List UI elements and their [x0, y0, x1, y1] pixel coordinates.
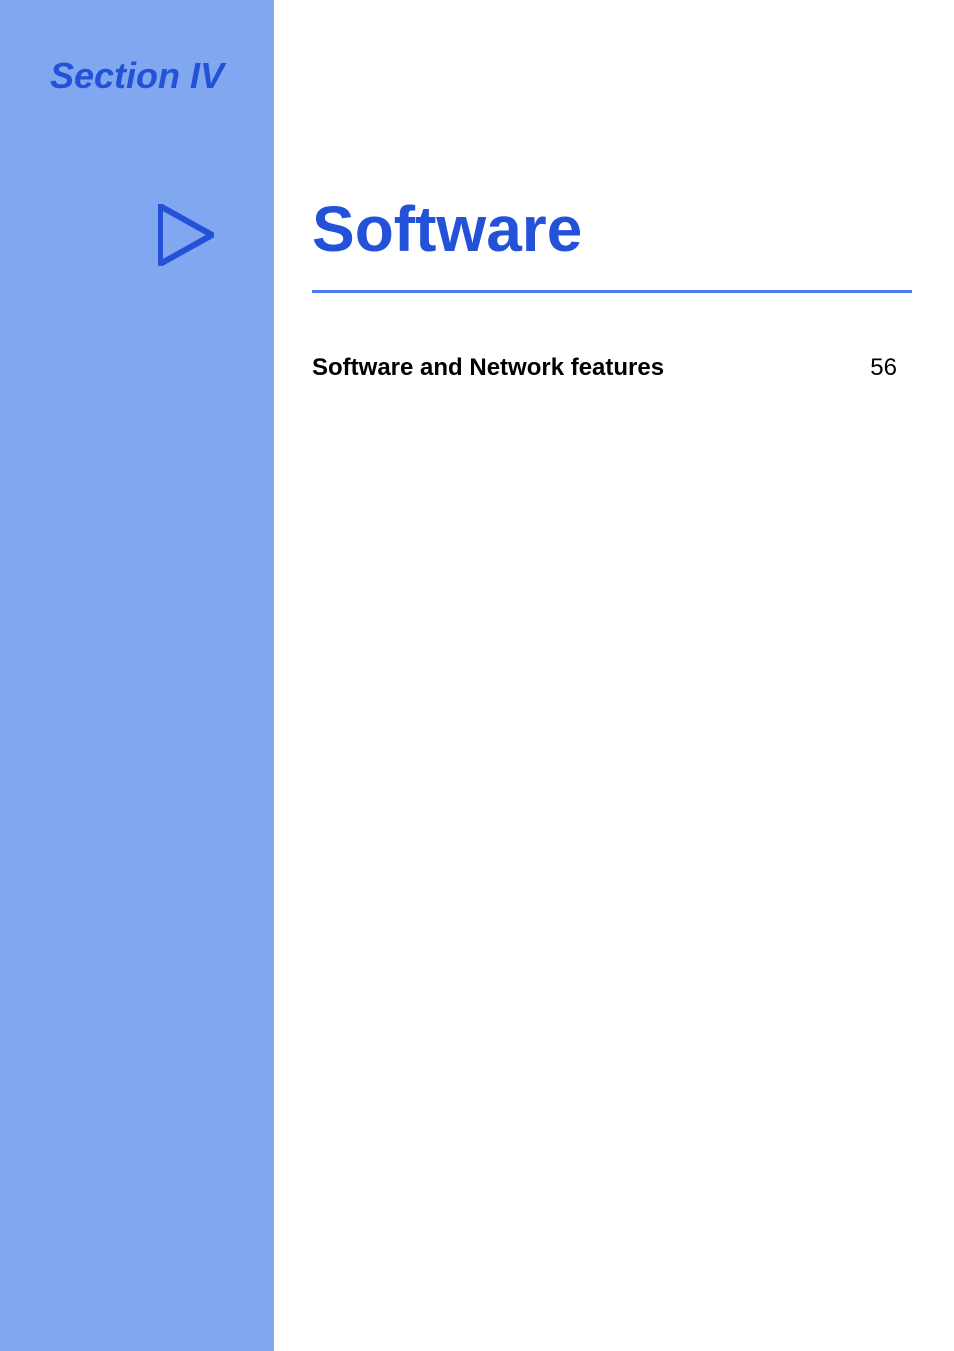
toc-row: Software and Network features 56 [312, 354, 897, 382]
triangle-right-icon [158, 204, 214, 271]
page-title: Software [312, 192, 582, 266]
section-label: Section IV [50, 55, 224, 97]
toc-item-label[interactable]: Software and Network features [312, 354, 664, 382]
toc-item-page: 56 [870, 354, 897, 382]
title-underline [312, 290, 912, 293]
sidebar-stripe [0, 0, 274, 1351]
